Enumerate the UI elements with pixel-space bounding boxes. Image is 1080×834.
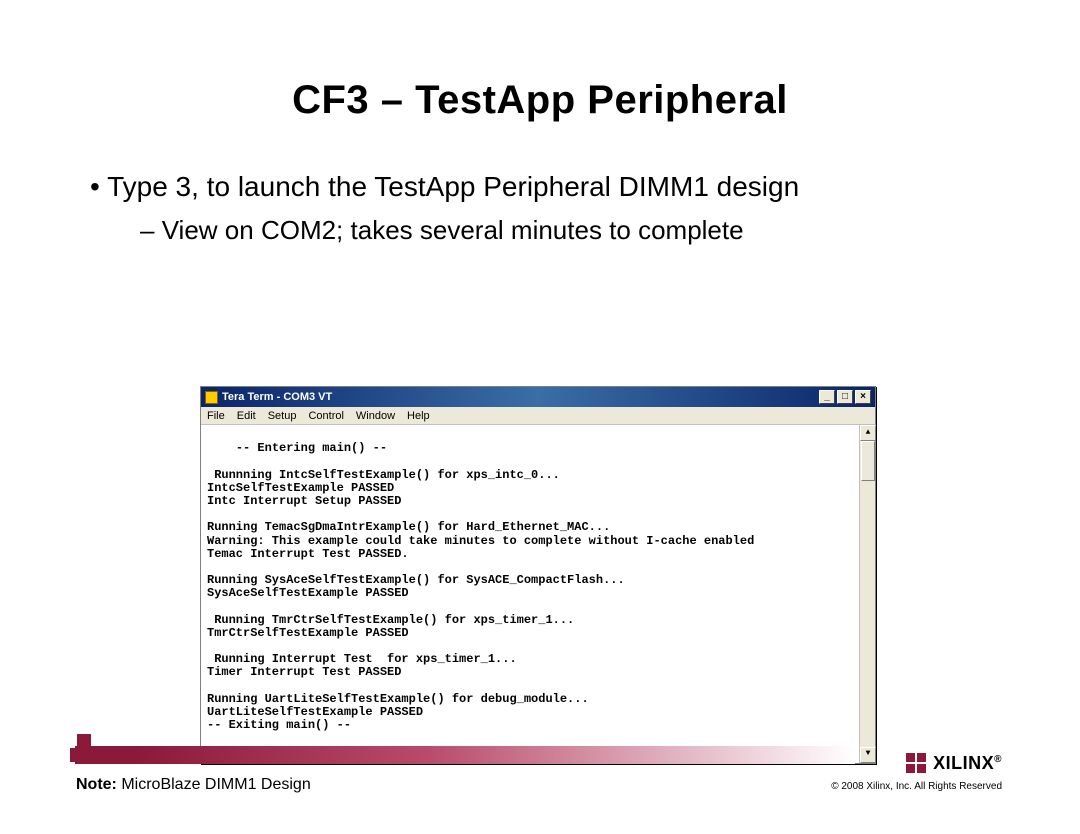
menu-edit[interactable]: Edit: [237, 410, 256, 422]
menu-window[interactable]: Window: [356, 410, 395, 422]
menu-help[interactable]: Help: [407, 410, 430, 422]
bullet-level-2: View on COM2; takes several minutes to c…: [140, 215, 990, 246]
close-button[interactable]: ×: [855, 390, 871, 404]
app-icon: [205, 391, 218, 404]
menubar: File Edit Setup Control Window Help: [201, 407, 875, 425]
terminal-output: -- Entering main() -- Runnning IntcSelfT…: [201, 425, 875, 763]
menu-control[interactable]: Control: [308, 410, 343, 422]
menu-setup[interactable]: Setup: [268, 410, 297, 422]
footer-note: Note: MicroBlaze DIMM1 Design: [76, 776, 311, 794]
xilinx-logo: XILINX®: [905, 752, 1002, 774]
copyright-text: © 2008 Xilinx, Inc. All Rights Reserved: [831, 781, 1002, 792]
menu-file[interactable]: File: [207, 410, 225, 422]
terminal-window: Tera Term - COM3 VT _ □ × File Edit Setu…: [200, 386, 876, 764]
scroll-thumb[interactable]: [861, 441, 875, 481]
bullet-level-1: Type 3, to launch the TestApp Peripheral…: [90, 171, 990, 203]
window-title: Tera Term - COM3 VT: [222, 391, 332, 403]
slide-title: CF3 – TestApp Peripheral: [0, 0, 1080, 123]
note-label: Note:: [76, 776, 117, 793]
scroll-up-button[interactable]: ▲: [860, 425, 876, 441]
terminal-text: -- Entering main() -- Runnning IntcSelfT…: [207, 441, 754, 732]
minimize-button[interactable]: _: [819, 390, 835, 404]
scrollbar[interactable]: ▲ ▼: [859, 425, 875, 763]
window-titlebar[interactable]: Tera Term - COM3 VT _ □ ×: [201, 387, 875, 407]
xilinx-logo-text: XILINX®: [933, 753, 1002, 774]
slide-content: Type 3, to launch the TestApp Peripheral…: [0, 123, 1080, 246]
footer-notch-icon: [70, 734, 98, 762]
maximize-button[interactable]: □: [837, 390, 853, 404]
note-text: MicroBlaze DIMM1 Design: [117, 776, 311, 793]
xilinx-mark-icon: [905, 752, 927, 774]
footer-decorative-bar: [75, 746, 855, 764]
